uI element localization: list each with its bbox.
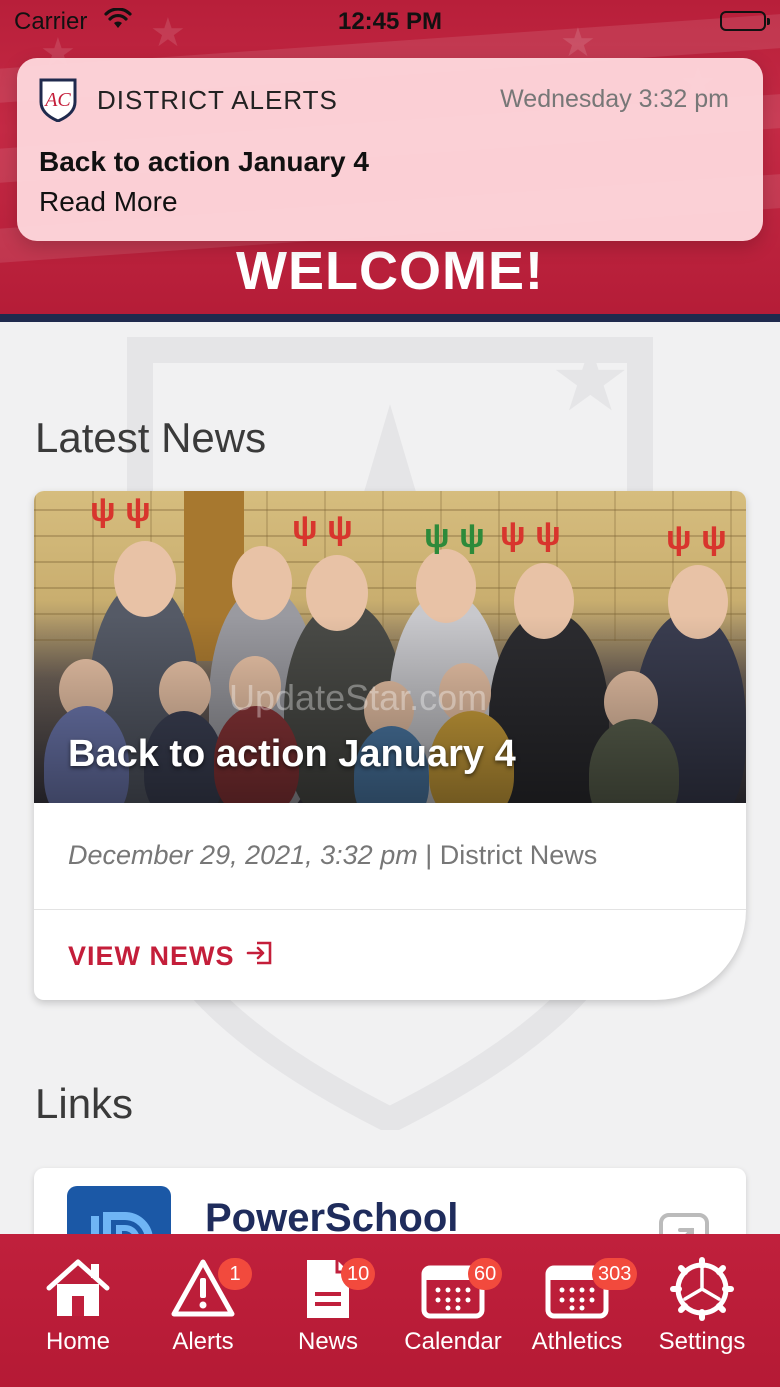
open-external-icon: [245, 938, 275, 975]
news-date: December 29, 2021, 3:32 pm: [68, 840, 418, 870]
notification-time: Wednesday 3:32 pm: [500, 85, 729, 113]
settings-icon: [667, 1256, 737, 1322]
tab-label-home: Home: [45, 1328, 111, 1355]
notification-banner[interactable]: AC DISTRICT ALERTS Wednesday 3:32 pm Bac…: [17, 58, 763, 241]
news-meta-separator: |: [417, 840, 440, 870]
news-card-title[interactable]: Back to action January 4: [68, 733, 516, 776]
view-news-button[interactable]: VIEW NEWS: [68, 938, 275, 975]
news-meta: December 29, 2021, 3:32 pm | District Ne…: [68, 840, 597, 871]
battery-icon: [720, 11, 770, 31]
tab-settings[interactable]: Settings: [637, 1256, 767, 1376]
tab-label-athletics: Athletics: [531, 1328, 623, 1355]
home-icon: [43, 1256, 113, 1322]
tab-alerts[interactable]: 1 Alerts: [138, 1256, 268, 1376]
tab-label-news: News: [297, 1328, 358, 1355]
tab-calendar[interactable]: 60 Calendar: [388, 1256, 518, 1376]
district-logo-icon: AC: [39, 78, 77, 123]
notification-body: Read More: [39, 186, 178, 217]
news-badge: 10: [341, 1258, 376, 1290]
notification-title: Back to action January 4: [39, 146, 369, 177]
tab-label-settings: Settings: [658, 1328, 746, 1355]
tab-news[interactable]: 10 News: [263, 1256, 393, 1376]
svg-text:AC: AC: [43, 89, 71, 111]
status-bar: Carrier 12:45 PM: [0, 0, 780, 44]
tab-athletics[interactable]: 303 Athletics: [512, 1256, 642, 1376]
photo-watermark-text: UpdateStar.com: [229, 677, 488, 718]
athletics-badge: 303: [592, 1258, 638, 1290]
clock: 12:45 PM: [337, 8, 443, 35]
view-news-label: VIEW NEWS: [68, 941, 235, 971]
welcome-title: WELCOME!: [236, 241, 544, 301]
alerts-badge: 1: [218, 1258, 252, 1290]
news-divider: [34, 909, 746, 910]
tab-label-alerts: Alerts: [172, 1328, 234, 1355]
latest-news-heading: Latest News: [35, 414, 267, 461]
notification-app-name: DISTRICT ALERTS: [97, 85, 338, 115]
tab-label-calendar: Calendar: [404, 1328, 502, 1355]
news-photo: ψ ψ ψ ψ ψ ψ ψ ψ ψ ψ UpdateStar.com Back …: [34, 491, 746, 803]
svg-text:★: ★: [550, 330, 631, 430]
links-heading: Links: [35, 1080, 134, 1127]
news-card[interactable]: ψ ψ ψ ψ ψ ψ ψ ψ ψ ψ UpdateStar.com Back …: [34, 491, 746, 1000]
tab-bar: Home 1 Alerts 10 News 60 Calendar 303 At…: [0, 1234, 780, 1387]
calendar-badge: 60: [468, 1258, 503, 1290]
tab-home[interactable]: Home: [13, 1256, 143, 1376]
news-category: District News: [439, 840, 598, 870]
